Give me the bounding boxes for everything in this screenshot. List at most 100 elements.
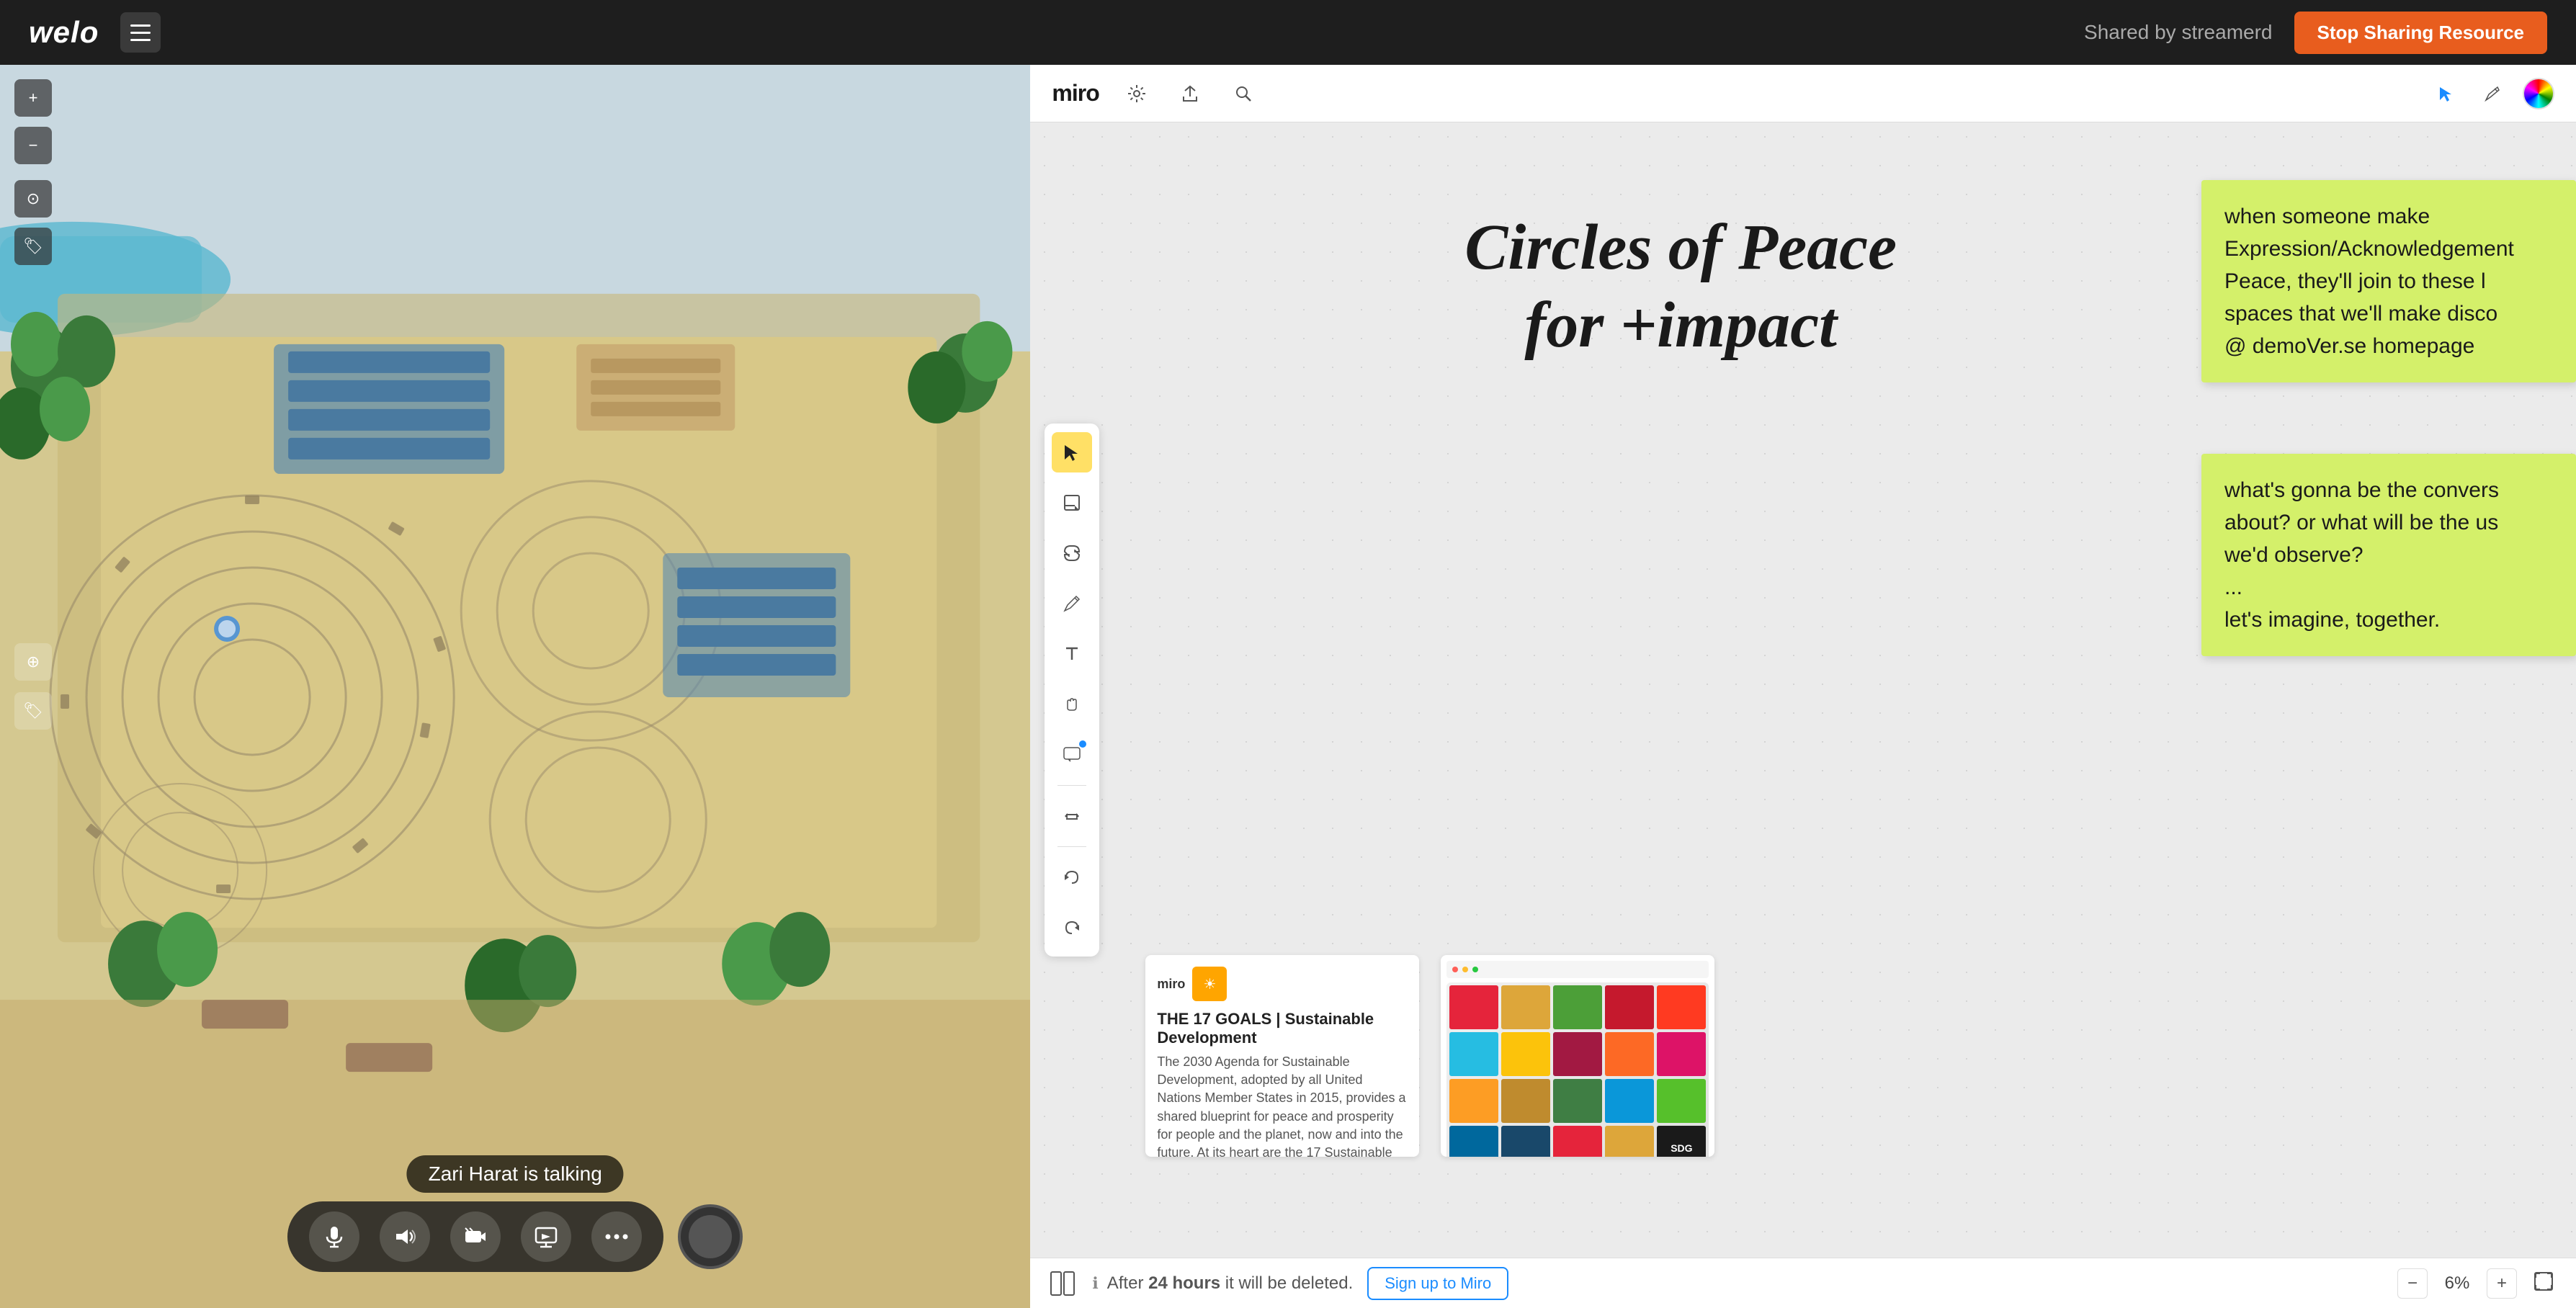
screen-share-button[interactable] (521, 1211, 571, 1262)
thumbnail-card-2[interactable]: SDG (1441, 955, 1714, 1157)
thumb-badge: ☀ (1192, 967, 1227, 1001)
sdg-grid: SDG (1446, 982, 1709, 1157)
sticky-note-1-text: when someone makeExpression/Acknowledgem… (2224, 205, 2514, 358)
color-picker[interactable] (2523, 78, 2554, 109)
hamburger-line (130, 32, 151, 34)
left-nav: ⊕ 🏷 (14, 643, 52, 730)
miro-bottombar: ℹ After 24 hours it will be deleted. Sig… (1030, 1258, 2576, 1308)
pen-tool[interactable] (1052, 583, 1092, 624)
top-bar-right: Shared by streamerd Stop Sharing Resourc… (2084, 12, 2547, 54)
sticky-icon (1062, 493, 1082, 513)
sticky-note-2-text: what's gonna be the conversabout? or wha… (2224, 478, 2499, 632)
record-inner (689, 1215, 732, 1258)
notification-dot (1079, 740, 1086, 748)
more-icon (605, 1234, 628, 1240)
undo-icon (1062, 867, 1082, 887)
miro-canvas[interactable]: Circles of Peace for +impact when someon… (1030, 122, 2576, 1258)
miro-topbar: miro (1030, 65, 2576, 122)
miro-settings-btn[interactable] (1121, 78, 1153, 109)
bottom-controls (287, 1201, 743, 1272)
expand-icon (1062, 806, 1082, 826)
speaker-icon (393, 1225, 416, 1248)
after-notice-text: After 24 hours it will be deleted. (1107, 1273, 1354, 1294)
miro-search-btn[interactable] (1227, 78, 1259, 109)
after-notice: ℹ After 24 hours it will be deleted. (1092, 1273, 1353, 1294)
left-panel: ⊕ 🏷 + − ⊙ 🏷 Zari Harat is talking (0, 65, 1030, 1308)
target-btn[interactable]: ⊙ (14, 180, 52, 218)
pencil-icon (1062, 593, 1082, 614)
expand-tool[interactable] (1052, 796, 1092, 836)
comment-tool[interactable] (1052, 735, 1092, 775)
pen-icon (2483, 84, 2502, 103)
cursor-icon (2437, 84, 2456, 103)
miro-logo: miro (1052, 80, 1099, 107)
redo-tool[interactable] (1052, 908, 1092, 948)
thumb-logo: miro (1157, 977, 1185, 992)
cursor-tool-top[interactable] (2430, 78, 2462, 109)
board-title-line1: Circles of Peace for +impact (1145, 209, 2216, 364)
zoom-expand-btn[interactable] (2528, 1268, 2559, 1299)
mic-button[interactable] (309, 1211, 359, 1262)
right-panel: miro (1030, 65, 2576, 1308)
pen-tool-top[interactable] (2477, 78, 2508, 109)
scene-3d (0, 65, 1030, 1308)
zoom-in-btn[interactable]: + (14, 79, 52, 117)
text-icon (1062, 644, 1082, 664)
zoom-level: 6% (2439, 1273, 2475, 1294)
board-thumbnails: miro ☀ THE 17 GOALS | Sustainable Develo… (1145, 955, 1714, 1157)
link-icon (1062, 543, 1082, 563)
control-bar (287, 1201, 663, 1272)
stop-sharing-button[interactable]: Stop Sharing Resource (2294, 12, 2548, 54)
thumb-header-1: miro ☀ (1157, 967, 1408, 1001)
location-icon-btn[interactable]: ⊕ (14, 643, 52, 681)
sign-up-miro-btn[interactable]: Sign up to Miro (1367, 1267, 1508, 1300)
zoom-out-miro-btn[interactable]: − (2397, 1268, 2428, 1299)
hamburger-line (130, 39, 151, 41)
screen-icon (535, 1225, 558, 1248)
main-content: ⊕ 🏷 + − ⊙ 🏷 Zari Harat is talking (0, 65, 2576, 1308)
thumb-title-1: THE 17 GOALS | Sustainable Development (1157, 1010, 1408, 1047)
toolbar-divider-2 (1057, 846, 1086, 847)
sticky-note-1[interactable]: when someone makeExpression/Acknowledgem… (2201, 180, 2576, 382)
camera-icon (464, 1225, 487, 1248)
link-tool[interactable] (1052, 533, 1092, 573)
zoom-out-btn[interactable]: − (14, 127, 52, 164)
cursor-tool[interactable] (1052, 432, 1092, 472)
zoom-in-miro-btn[interactable]: + (2487, 1268, 2517, 1299)
camera-button[interactable] (450, 1211, 501, 1262)
miro-topbar-right (2430, 78, 2554, 109)
hand-icon (1062, 694, 1082, 715)
hamburger-menu[interactable] (120, 12, 161, 53)
label-btn[interactable]: 🏷 (14, 228, 52, 265)
undo-tool[interactable] (1052, 857, 1092, 897)
shared-by-label: Shared by streamerd (2084, 21, 2272, 44)
zoom-controls-miro: − 6% + (2397, 1268, 2559, 1299)
hand-tool[interactable] (1052, 684, 1092, 725)
fullscreen-icon (2533, 1271, 2554, 1292)
search-icon (1233, 84, 1253, 104)
share-icon (1180, 84, 1200, 104)
cursor-tool-icon (1062, 442, 1082, 462)
toolbar-divider (1057, 785, 1086, 786)
sticky-note-tool[interactable] (1052, 483, 1092, 523)
miro-toolbar (1045, 424, 1099, 957)
sticky-note-2[interactable]: what's gonna be the conversabout? or wha… (2201, 454, 2576, 656)
top-bar-left: welo (29, 12, 161, 53)
mic-icon (323, 1225, 346, 1248)
record-button[interactable] (678, 1204, 743, 1269)
settings-icon (1127, 84, 1147, 104)
miro-share-btn[interactable] (1174, 78, 1206, 109)
miro-topbar-left: miro (1052, 78, 1258, 109)
text-tool[interactable] (1052, 634, 1092, 674)
board-toggle-btn[interactable] (1047, 1268, 1078, 1299)
top-bar: welo Shared by streamerd Stop Sharing Re… (0, 0, 2576, 65)
speaker-button[interactable] (380, 1211, 430, 1262)
tag-icon-btn[interactable]: 🏷 (14, 692, 52, 730)
miro-bottom-left: ℹ After 24 hours it will be deleted. Sig… (1047, 1267, 1508, 1300)
thumbnail-card-1[interactable]: miro ☀ THE 17 GOALS | Sustainable Develo… (1145, 955, 1419, 1157)
more-button[interactable] (591, 1211, 642, 1262)
board-title: Circles of Peace for +impact (1145, 209, 2216, 364)
zoom-controls: + − ⊙ 🏷 (14, 79, 52, 265)
redo-icon (1062, 918, 1082, 938)
thumb-body-1: The 2030 Agenda for Sustainable Developm… (1157, 1053, 1408, 1157)
